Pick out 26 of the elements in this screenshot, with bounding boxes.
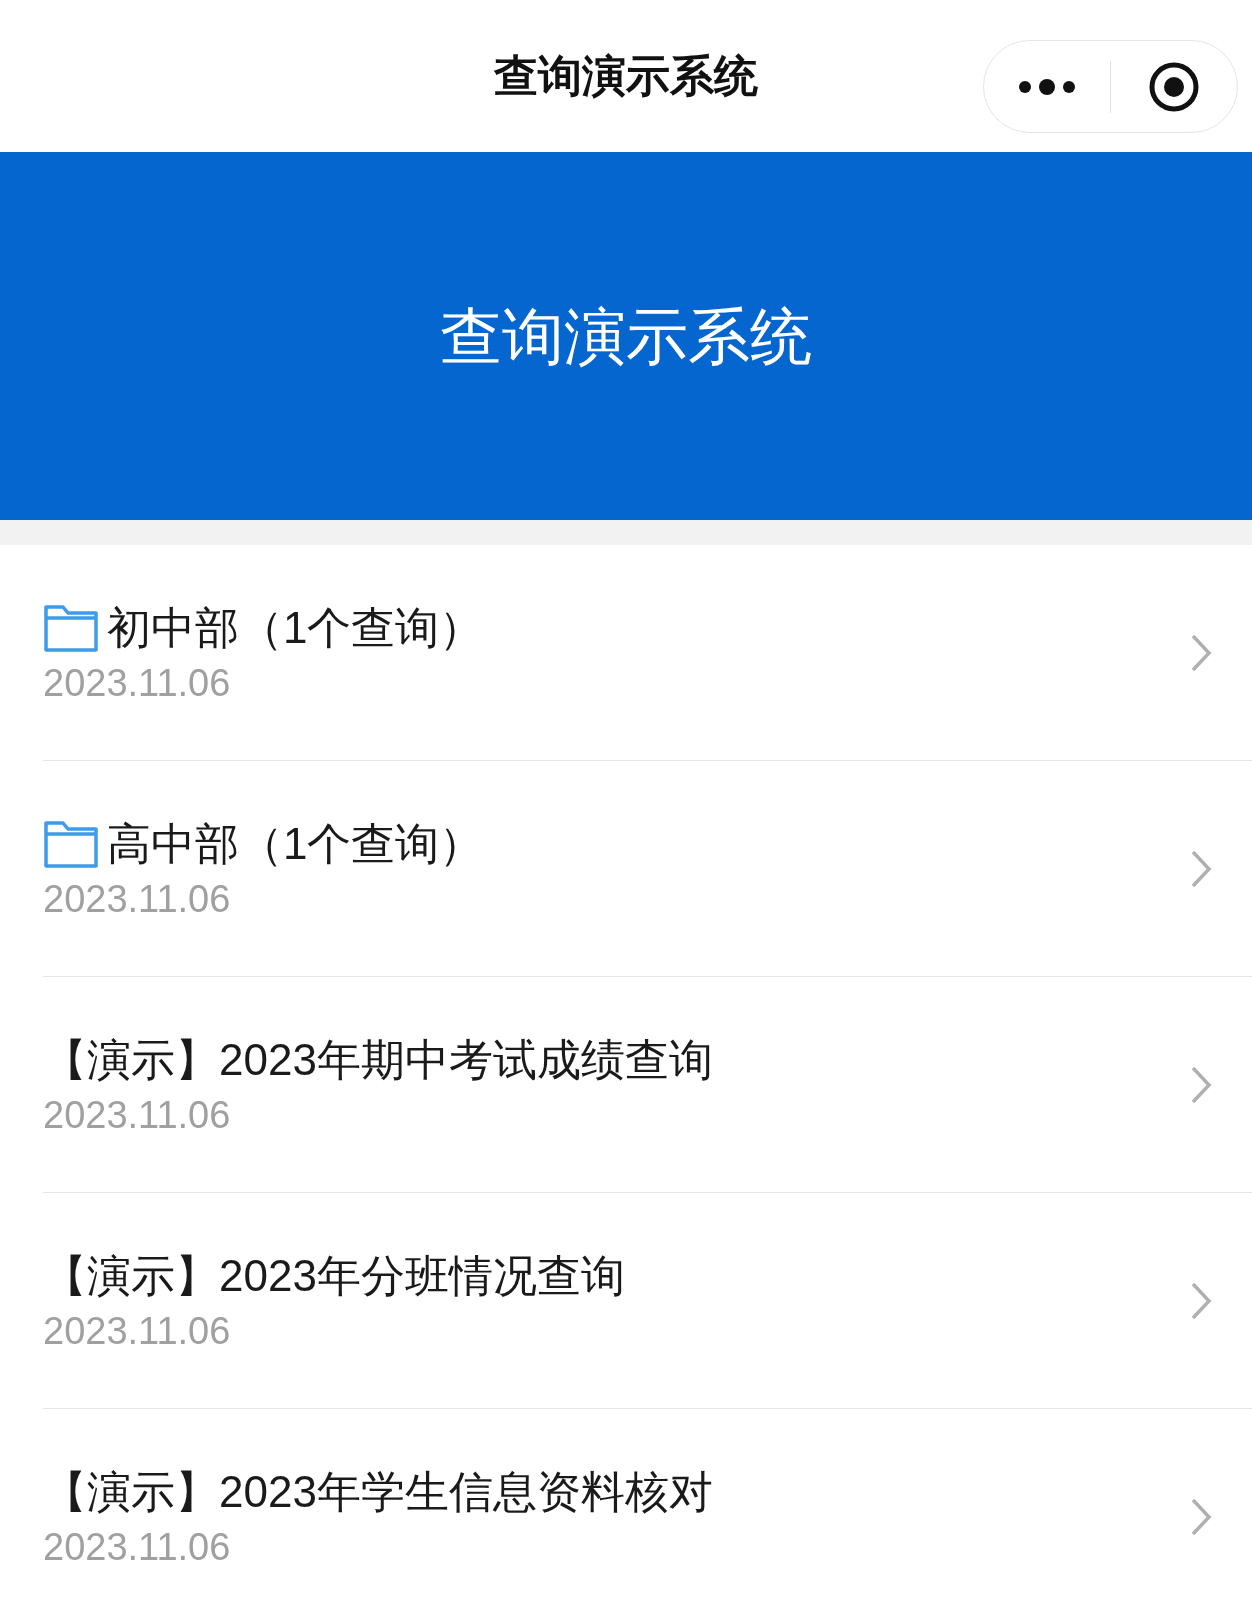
chevron-right-icon — [1190, 848, 1212, 889]
item-date: 2023.11.06 — [43, 1308, 232, 1354]
list-item[interactable]: 【演示】2023年期中考试成绩查询 2023.11.06 — [43, 977, 1252, 1193]
nav-title: 查询演示系统 — [494, 50, 758, 102]
item-title: 【演示】2023年学生信息资料核对 — [43, 1465, 713, 1518]
banner-title: 查询演示系统 — [440, 300, 812, 373]
item-title: 高中部（1个查询） — [107, 817, 484, 870]
item-title: 初中部（1个查询） — [107, 601, 484, 654]
target-icon — [1148, 60, 1200, 113]
folder-icon — [43, 602, 99, 653]
chevron-right-icon — [1190, 632, 1212, 673]
item-date: 2023.11.06 — [43, 1524, 232, 1570]
chevron-right-icon — [1190, 1064, 1212, 1105]
chevron-right-icon — [1190, 1496, 1212, 1537]
item-date: 2023.11.06 — [43, 1092, 232, 1138]
list-item[interactable]: 初中部（1个查询） 2023.11.06 — [43, 545, 1252, 761]
item-date: 2023.11.06 — [43, 660, 232, 706]
folder-icon — [43, 818, 99, 869]
item-date: 2023.11.06 — [43, 876, 232, 922]
list-item[interactable]: 【演示】2023年分班情况查询 2023.11.06 — [43, 1193, 1252, 1409]
item-title: 【演示】2023年分班情况查询 — [43, 1249, 625, 1302]
list-item[interactable]: 高中部（1个查询） 2023.11.06 — [43, 761, 1252, 977]
list-item[interactable]: 【演示】2023年学生信息资料核对 2023.11.06 — [43, 1409, 1252, 1611]
item-title: 【演示】2023年期中考试成绩查询 — [43, 1033, 713, 1086]
more-icon — [1018, 78, 1076, 95]
chevron-right-icon — [1190, 1280, 1212, 1321]
